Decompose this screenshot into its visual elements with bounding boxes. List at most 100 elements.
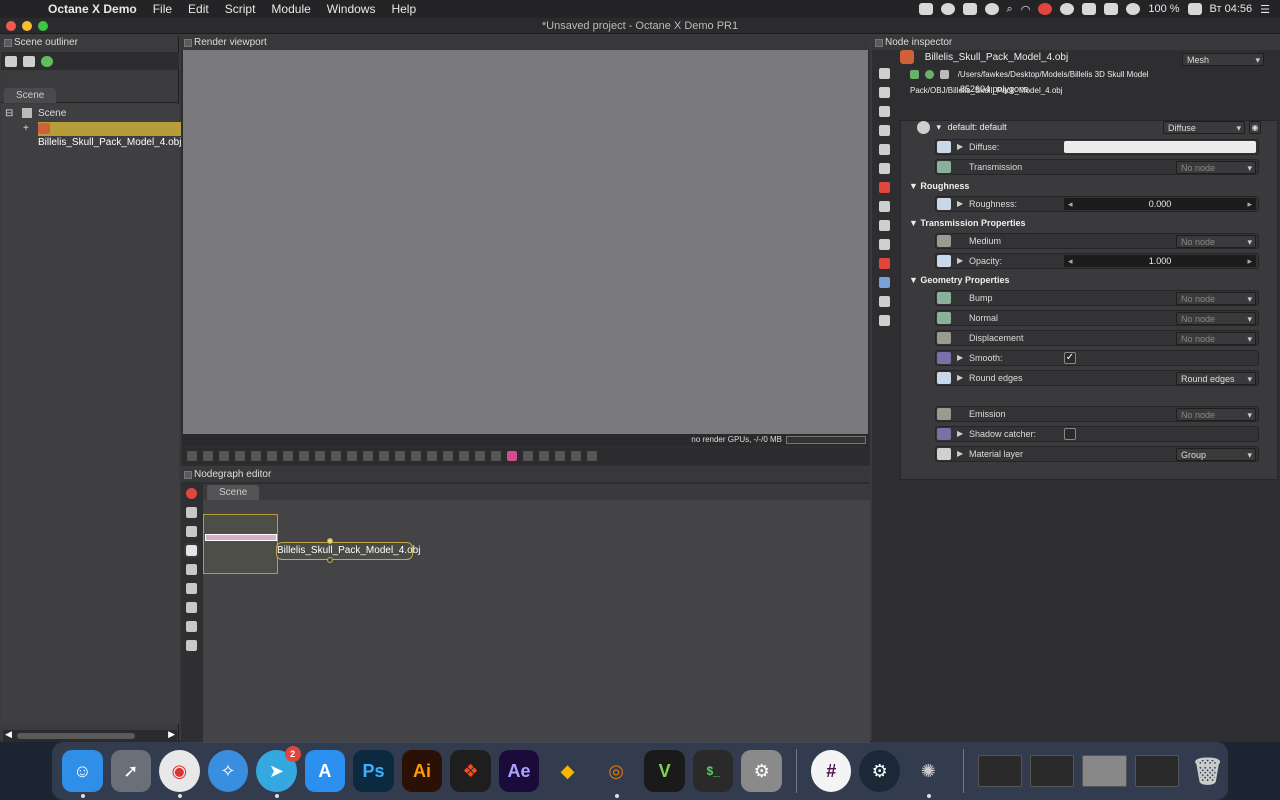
render-target-icon[interactable] xyxy=(185,621,197,632)
material-icon[interactable] xyxy=(878,182,890,193)
expand-icon[interactable]: ▶ xyxy=(957,254,963,268)
material-picker-icon[interactable] xyxy=(363,451,373,461)
prop-opacity[interactable]: ▶ Opacity: 1.000 xyxy=(935,253,1259,269)
kernel-icon[interactable] xyxy=(878,315,890,326)
restart-icon[interactable] xyxy=(251,451,261,461)
tab-scene[interactable]: Scene xyxy=(4,88,57,103)
steam-icon[interactable]: ⚙ xyxy=(859,750,900,792)
smooth-checkbox[interactable]: ✓ xyxy=(1064,352,1076,364)
prop-normal[interactable]: Normal No node xyxy=(935,310,1259,326)
color-icon[interactable] xyxy=(507,451,517,461)
prop-medium[interactable]: Medium No node xyxy=(935,233,1259,249)
input-source-icon[interactable] xyxy=(1104,3,1119,15)
close-button[interactable] xyxy=(6,21,16,31)
geometry-icon[interactable] xyxy=(878,144,890,155)
scroll-left-icon[interactable]: ◀ xyxy=(5,729,12,740)
subsample-icon[interactable] xyxy=(443,451,453,461)
prop-shadow-catcher[interactable]: ▶ Shadow catcher: xyxy=(935,426,1259,442)
control-center-icon[interactable]: ☰ xyxy=(1260,3,1270,16)
panel-collapse-icon[interactable] xyxy=(875,39,883,47)
medium-node-select[interactable]: No node xyxy=(1176,235,1256,249)
emission-icon[interactable] xyxy=(878,239,890,250)
save-icon[interactable] xyxy=(491,451,501,461)
grid-icon[interactable] xyxy=(185,640,197,651)
vectorworks-icon[interactable]: V xyxy=(644,750,685,792)
prop-roughness[interactable]: ▶ Roughness: 0.000 xyxy=(935,196,1259,212)
finder-icon[interactable]: ☺ xyxy=(62,750,103,798)
siri-icon[interactable] xyxy=(1126,3,1141,15)
clock[interactable]: Вт 04:56 xyxy=(1210,3,1253,15)
rotate-icon[interactable] xyxy=(555,451,565,461)
scale-icon[interactable] xyxy=(571,451,581,461)
world-icon[interactable] xyxy=(587,451,597,461)
menu-windows[interactable]: Windows xyxy=(319,0,384,18)
camera-icon[interactable] xyxy=(187,451,197,461)
menu-edit[interactable]: Edit xyxy=(180,0,217,18)
cloud-icon[interactable] xyxy=(1082,3,1097,15)
pause-icon[interactable] xyxy=(267,451,277,461)
section-geometry-properties[interactable]: ▼ Geometry Properties xyxy=(909,275,1009,285)
menu-help[interactable]: Help xyxy=(383,0,424,18)
train-icon[interactable] xyxy=(962,3,977,15)
image-icon[interactable] xyxy=(183,543,199,558)
tab-scene[interactable]: Scene xyxy=(207,485,260,500)
expand-icon[interactable]: ▶ xyxy=(957,427,963,441)
shadow-catcher-checkbox[interactable] xyxy=(1064,428,1076,440)
clay-icon[interactable] xyxy=(427,451,437,461)
prop-smooth[interactable]: ▶ Smooth: ✓ xyxy=(935,350,1259,366)
dropbox-icon[interactable] xyxy=(918,3,933,15)
white-balance-icon[interactable] xyxy=(347,451,357,461)
chrome-icon[interactable]: ◉ xyxy=(159,750,200,798)
copy-icon[interactable] xyxy=(878,68,890,79)
minimized-window-2[interactable] xyxy=(1029,755,1075,787)
tree-row-mesh-selected[interactable]: Billelis_Skull_Pack_Model_4.obj xyxy=(38,122,186,148)
prop-diffuse[interactable]: ▶ Diffuse: xyxy=(935,139,1259,155)
expand-icon[interactable]: ▶ xyxy=(957,371,963,385)
nodes-icon[interactable] xyxy=(185,526,197,537)
m-icon[interactable] xyxy=(984,3,999,15)
minimized-window-4[interactable] xyxy=(1134,755,1180,787)
launchpad-icon[interactable]: ➚ xyxy=(110,750,152,792)
tree-row-scene[interactable]: ⊟ Scene xyxy=(5,107,66,121)
telegram-icon[interactable]: ➤ 2 xyxy=(256,746,301,798)
sketch-icon[interactable]: ◆ xyxy=(547,750,588,792)
output-pin[interactable] xyxy=(327,557,333,563)
minimize-button[interactable] xyxy=(22,21,32,31)
lock-icon[interactable] xyxy=(395,451,405,461)
camera-icon[interactable] xyxy=(878,277,890,288)
minimized-window-1[interactable] xyxy=(977,755,1022,787)
trash-icon[interactable]: 🗑 xyxy=(1187,750,1228,792)
clock-icon[interactable] xyxy=(878,220,890,231)
picker-icon[interactable] xyxy=(315,451,325,461)
recenter-icon[interactable] xyxy=(203,451,213,461)
play-icon[interactable] xyxy=(283,451,293,461)
emission-node-select[interactable]: No node xyxy=(1176,408,1256,422)
after-effects-icon[interactable]: Ae xyxy=(498,750,540,792)
prop-round-edges[interactable]: ▶ Round edges Round edges xyxy=(935,370,1259,386)
illustrator-icon[interactable]: Ai xyxy=(401,750,443,792)
facebook-icon[interactable] xyxy=(1060,3,1075,15)
move-icon[interactable] xyxy=(539,451,549,461)
transform-icon[interactable] xyxy=(878,125,890,136)
terminal-icon[interactable]: $_ xyxy=(692,750,734,792)
minimized-window-3[interactable] xyxy=(1082,755,1127,787)
monitor-icon[interactable] xyxy=(910,70,919,80)
prop-material-layer[interactable]: ▶ Material layer Group xyxy=(935,446,1259,462)
search-icon[interactable]: ⌕ xyxy=(1007,3,1013,16)
medium-icon[interactable] xyxy=(878,258,890,269)
eye-icon[interactable]: ◉ xyxy=(1249,121,1261,134)
collapse-toggle-icon[interactable]: ⊟ xyxy=(5,108,13,119)
texture-icon[interactable] xyxy=(878,201,890,212)
layers-icon[interactable] xyxy=(475,451,485,461)
gizmo-icon[interactable] xyxy=(523,451,533,461)
refresh-icon[interactable] xyxy=(41,55,53,67)
decal-icon[interactable] xyxy=(459,451,469,461)
image-icon[interactable] xyxy=(878,106,890,117)
scroll-right-icon[interactable]: ▶ xyxy=(168,729,175,740)
panel-collapse-icon[interactable] xyxy=(184,471,192,479)
stop-icon[interactable] xyxy=(235,451,245,461)
section-transmission-properties[interactable]: ▼ Transmission Properties xyxy=(909,218,1025,228)
environment-icon[interactable] xyxy=(878,296,890,307)
slack-icon[interactable]: # xyxy=(810,750,852,792)
octane-icon[interactable] xyxy=(185,488,197,499)
